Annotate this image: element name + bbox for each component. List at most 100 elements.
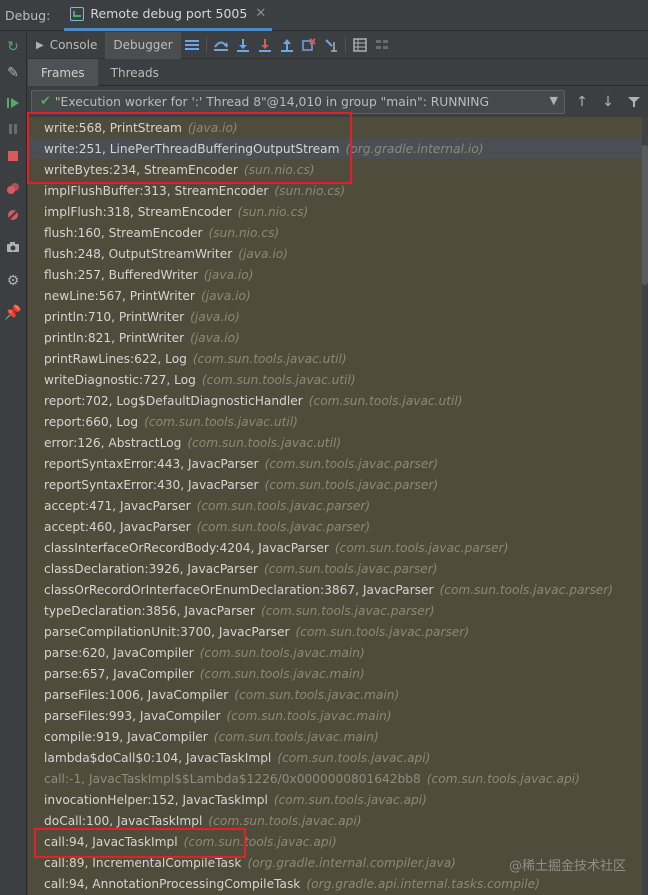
frame-row[interactable]: parseCompilationUnit:3700, JavacParser (c… — [28, 621, 642, 642]
frame-row[interactable]: implFlush:318, StreamEncoder (sun.nio.cs) — [28, 201, 642, 222]
resume-icon[interactable] — [4, 94, 22, 112]
tab-frames[interactable]: Frames — [28, 59, 98, 86]
frame-row[interactable]: flush:257, BufferedWriter (java.io) — [28, 264, 642, 285]
watermark: @稀土掘金技术社区 — [508, 859, 626, 874]
frame-location: parseFiles:993, JavaCompiler — [44, 708, 221, 723]
step-out-icon[interactable] — [276, 32, 298, 59]
evaluate-expression-icon[interactable] — [349, 32, 371, 59]
debug-title-bar: Debug: Remote debug port 5005 ✕ — [0, 0, 648, 31]
frame-row[interactable]: accept:460, JavacParser (com.sun.tools.ja… — [28, 516, 642, 537]
frame-row[interactable]: parse:620, JavaCompiler (com.sun.tools.ja… — [28, 642, 642, 663]
frame-location: reportSyntaxError:430, JavacParser — [44, 477, 259, 492]
force-step-into-icon[interactable] — [254, 32, 276, 59]
frame-row[interactable]: reportSyntaxError:430, JavacParser (com.s… — [28, 474, 642, 495]
frame-package: (java.io) — [200, 288, 251, 303]
frame-row[interactable]: newLine:567, PrintWriter (java.io) — [28, 285, 642, 306]
camera-icon[interactable] — [4, 238, 22, 256]
tab-debugger[interactable]: Debugger — [105, 31, 181, 59]
frame-location: call:94, AnnotationProcessingCompileTask — [44, 876, 301, 891]
frame-row[interactable]: implFlushBuffer:313, StreamEncoder (sun.n… — [28, 180, 642, 201]
frame-row[interactable]: classOrRecordOrInterfaceOrEnumDeclaratio… — [28, 579, 642, 600]
tab-threads[interactable]: Threads — [98, 59, 172, 86]
frame-package: (com.sun.tools.javac.main) — [199, 666, 365, 681]
frame-row[interactable]: compile:919, JavaCompiler (com.sun.tools.… — [28, 726, 642, 747]
frame-location: classOrRecordOrInterfaceOrEnumDeclaratio… — [44, 582, 434, 597]
frame-row[interactable]: println:821, PrintWriter (java.io) — [28, 327, 642, 348]
frame-row[interactable]: doCall:100, JavacTaskImpl (com.sun.tools.… — [28, 810, 642, 831]
wrench-icon[interactable]: ✎ — [4, 64, 22, 82]
frame-row[interactable]: call:94, JavacTaskImpl (com.sun.tools.jav… — [28, 831, 642, 852]
frame-row[interactable]: call:-1, JavacTaskImpl$$Lambda$1226/0x00… — [28, 768, 642, 789]
close-icon[interactable]: ✕ — [255, 6, 266, 21]
frame-row[interactable]: printRawLines:622, Log (com.sun.tools.jav… — [28, 348, 642, 369]
rerun-icon[interactable]: ↻ — [4, 38, 22, 56]
frame-package: (com.sun.tools.javac.parser) — [334, 540, 509, 555]
thread-select-dropdown[interactable]: ✔ "Execution worker for ':' Thread 8"@14… — [31, 89, 565, 114]
frame-row[interactable]: flush:248, OutputStreamWriter (java.io) — [28, 243, 642, 264]
frame-row[interactable]: invocationHelper:152, JavacTaskImpl (com.… — [28, 789, 642, 810]
frame-row[interactable]: println:710, PrintWriter (java.io) — [28, 306, 642, 327]
frame-row[interactable]: parseFiles:1006, JavaCompiler (com.sun.to… — [28, 684, 642, 705]
drop-frame-icon[interactable] — [298, 32, 320, 59]
frame-row[interactable]: error:126, AbstractLog (com.sun.tools.jav… — [28, 432, 642, 453]
frame-package: (sun.nio.cs) — [243, 162, 315, 177]
toolbar-divider — [344, 37, 346, 53]
arrow-up-icon[interactable]: ↑ — [569, 89, 595, 115]
trace-stream-icon[interactable] — [371, 32, 393, 59]
frame-row[interactable]: parse:657, JavaCompiler (com.sun.tools.ja… — [28, 663, 642, 684]
frames-scrollbar[interactable] — [642, 117, 648, 895]
frame-package: (java.io) — [238, 246, 288, 261]
tab-remote-debug-session[interactable]: Remote debug port 5005 ✕ — [64, 0, 273, 31]
frame-location: parseCompilationUnit:3700, JavacParser — [44, 624, 290, 639]
debugger-tab-label: Debugger — [113, 38, 173, 52]
pause-icon[interactable] — [4, 120, 22, 138]
frame-row[interactable]: report:702, Log$DefaultDiagnosticHandler… — [28, 390, 642, 411]
frame-location: compile:919, JavaCompiler — [44, 729, 208, 744]
frame-row[interactable]: parseFiles:993, JavaCompiler (com.sun.too… — [28, 705, 642, 726]
frame-package: (com.sun.tools.javac.api) — [426, 771, 580, 786]
frame-package: (sun.nio.cs) — [208, 225, 280, 240]
frame-location: call:-1, JavacTaskImpl$$Lambda$1226/0x00… — [44, 771, 421, 786]
frame-package: (com.sun.tools.javac.parser) — [295, 624, 470, 639]
frame-row[interactable]: write:251, LinePerThreadBufferingOutputS… — [28, 138, 642, 159]
step-over-icon[interactable] — [210, 32, 232, 59]
frame-package: (com.sun.tools.javac.main) — [226, 708, 392, 723]
scrollbar-thumb[interactable] — [642, 145, 648, 285]
console-icon: ▶ — [36, 39, 44, 51]
frame-location: writeBytes:234, StreamEncoder — [44, 162, 238, 177]
frame-location: implFlush:318, StreamEncoder — [44, 204, 232, 219]
frame-row[interactable]: write:568, PrintStream (java.io) — [28, 117, 642, 138]
frame-row[interactable]: classInterfaceOrRecordBody:4204, JavacPa… — [28, 537, 642, 558]
frame-location: parseFiles:1006, JavaCompiler — [44, 687, 229, 702]
tab-console[interactable]: ▶ Console — [28, 32, 105, 59]
frame-row[interactable]: accept:471, JavacParser (com.sun.tools.ja… — [28, 495, 642, 516]
frame-row[interactable]: lambda$doCall$0:104, JavacTaskImpl (com.s… — [28, 747, 642, 768]
frame-package: (java.io) — [187, 120, 238, 135]
thread-select-value: "Execution worker for ':' Thread 8"@14,0… — [54, 94, 490, 109]
frame-row[interactable]: classDeclaration:3926, JavacParser (com.s… — [28, 558, 642, 579]
frame-row[interactable]: writeBytes:234, StreamEncoder (sun.nio.cs… — [28, 159, 642, 180]
arrow-down-icon[interactable]: ↓ — [595, 89, 621, 115]
step-into-icon[interactable] — [232, 32, 254, 59]
frame-row[interactable]: writeDiagnostic:727, Log (com.sun.tools.j… — [28, 369, 642, 390]
pin-icon[interactable]: 📌 — [4, 304, 22, 322]
frame-location: newLine:567, PrintWriter — [44, 288, 195, 303]
frame-location: writeDiagnostic:727, Log — [44, 372, 196, 387]
frame-package: (com.sun.tools.javac.main) — [234, 687, 400, 702]
stop-icon[interactable] — [4, 147, 22, 165]
view-breakpoints-icon[interactable] — [4, 180, 22, 198]
frame-package: (com.sun.tools.javac.main) — [213, 729, 379, 744]
run-to-cursor-icon[interactable] — [320, 32, 342, 59]
chevron-down-icon[interactable]: ▼ — [550, 94, 558, 107]
frame-row[interactable]: typeDeclaration:3856, JavacParser (com.su… — [28, 600, 642, 621]
frame-row[interactable]: reportSyntaxError:443, JavacParser (com.s… — [28, 453, 642, 474]
filter-icon[interactable] — [621, 89, 647, 115]
mute-breakpoints-icon[interactable] — [4, 206, 22, 224]
frame-row[interactable]: call:94, AnnotationProcessingCompileTask… — [28, 873, 642, 894]
remote-debug-icon — [70, 6, 85, 21]
frame-row[interactable]: flush:160, StreamEncoder (sun.nio.cs) — [28, 222, 642, 243]
frame-row[interactable]: report:660, Log (com.sun.tools.javac.util… — [28, 411, 642, 432]
settings-gear-icon[interactable]: ⚙ — [4, 272, 22, 290]
frame-location: accept:471, JavacParser — [44, 498, 191, 513]
layout-menu-icon[interactable] — [181, 32, 203, 59]
